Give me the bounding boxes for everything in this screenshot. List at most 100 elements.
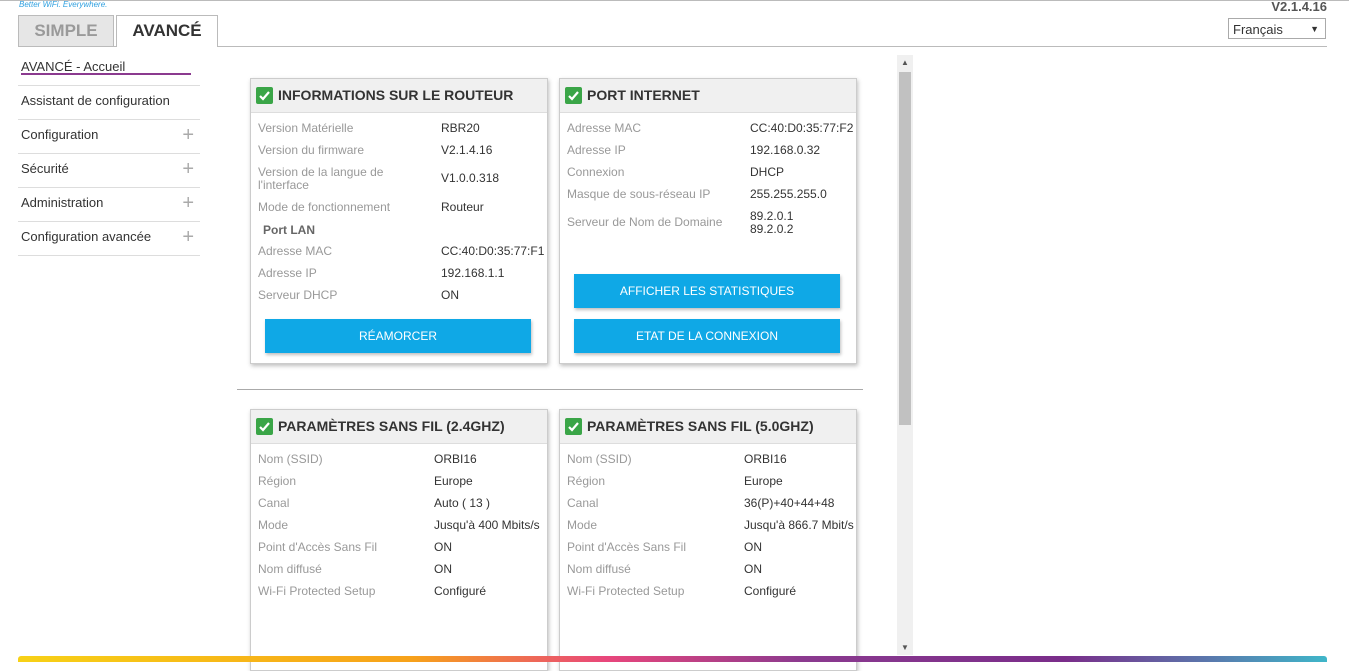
scrollbar-thumb[interactable] (899, 72, 911, 425)
row-label: Région (258, 474, 297, 488)
connection-status-button[interactable]: ETAT DE LA CONNEXION (574, 319, 840, 353)
row-label: Version du firmware (258, 143, 365, 157)
card-header: PARAMÈTRES SANS FIL (2.4GHZ) (251, 410, 547, 444)
plus-icon[interactable]: + (182, 120, 194, 150)
tab-divider-left (18, 46, 116, 47)
row-value: Configuré (744, 584, 797, 598)
row-value: 89.2.0.2 (750, 222, 794, 236)
check-icon (565, 418, 582, 435)
row-label: Point d'Accès Sans Fil (567, 540, 687, 554)
plus-icon[interactable]: + (182, 188, 194, 218)
row-value: Europe (434, 474, 473, 488)
footer-gradient-bar (18, 656, 1327, 662)
sidebar-item-label: Assistant de configuration (21, 93, 170, 108)
row-value: ORBI16 (744, 452, 787, 466)
lan-section-label: Port LAN (263, 223, 315, 237)
row-value: 192.168.0.32 (750, 143, 821, 157)
sidebar-item-label: Configuration avancée (21, 229, 152, 244)
row-label: Nom (SSID) (567, 452, 632, 466)
row-value: ORBI16 (434, 452, 477, 466)
sidebar-item-label: Sécurité (21, 161, 69, 176)
row-value: V2.1.4.16 (441, 143, 493, 157)
sidebar-item-label: Configuration (21, 127, 99, 142)
content-scrollbar[interactable]: ▲ ▼ (897, 55, 913, 655)
row-label: Adresse IP (567, 143, 626, 157)
row-value: CC:40:D0:35:77:F2 (750, 121, 854, 135)
row-label: Canal (567, 496, 599, 510)
wifi-24-card: PARAMÈTRES SANS FIL (2.4GHZ) Nom (SSID) … (250, 409, 548, 671)
row-label: Serveur DHCP (258, 288, 338, 302)
card-header: INFORMATIONS SUR LE ROUTEUR (251, 79, 547, 113)
row-value: RBR20 (441, 121, 480, 135)
language-value: Français (1233, 22, 1283, 37)
row-label: Adresse MAC (567, 121, 642, 135)
reboot-button[interactable]: RÉAMORCER (265, 319, 531, 353)
scroll-up-icon[interactable]: ▲ (901, 58, 909, 67)
plus-icon[interactable]: + (182, 222, 194, 252)
card-header: PORT INTERNET (560, 79, 856, 113)
active-underline (21, 73, 191, 75)
card-title: INFORMATIONS SUR LE ROUTEUR (278, 87, 514, 103)
row-value: 192.168.1.1 (441, 266, 505, 280)
row-value: Jusqu'à 866.7 Mbit/s (744, 519, 854, 532)
card-title: PORT INTERNET (587, 87, 700, 103)
show-statistics-button[interactable]: AFFICHER LES STATISTIQUES (574, 274, 840, 308)
row-value: Configuré (434, 584, 487, 598)
check-icon (256, 87, 273, 104)
card-title: PARAMÈTRES SANS FIL (5.0GHZ) (587, 418, 814, 434)
check-icon (565, 87, 582, 104)
firmware-version: V2.1.4.16 (1271, 0, 1327, 14)
row-value: CC:40:D0:35:77:F1 (441, 244, 545, 258)
row-label: Connexion (567, 165, 625, 179)
sidebar-item-configuration[interactable]: Configuration + (18, 120, 200, 154)
row-value: 36(P)+40+44+48 (744, 496, 835, 510)
sidebar-item-security[interactable]: Sécurité + (18, 154, 200, 188)
card-title: PARAMÈTRES SANS FIL (2.4GHZ) (278, 418, 505, 434)
row-label: Masque de sous-réseau IP (567, 187, 711, 201)
tab-divider (218, 46, 1327, 47)
sidebar-item-label: Administration (21, 195, 104, 210)
row-label: Région (567, 474, 606, 488)
row-value: ON (434, 540, 452, 554)
check-icon (256, 418, 273, 435)
sidebar-item-label: AVANCÉ - Accueil (21, 59, 126, 74)
row-value: V1.0.0.318 (441, 171, 500, 185)
row-value: ON (434, 562, 452, 576)
row-label: Nom diffusé (258, 562, 322, 576)
row-value: ON (744, 562, 762, 576)
card-header: PARAMÈTRES SANS FIL (5.0GHZ) (560, 410, 856, 444)
row-label: Mode (258, 518, 289, 532)
row-value: ON (744, 540, 762, 554)
language-select[interactable]: Français ▼ (1228, 18, 1326, 39)
brand-tagline: Better WiFi. Everywhere. (19, 0, 108, 9)
row-label: Serveur de Nom de Domaine (567, 215, 723, 229)
wifi-5-card: PARAMÈTRES SANS FIL (5.0GHZ) Nom (SSID) … (559, 409, 857, 671)
sidebar-item-wizard[interactable]: Assistant de configuration (18, 86, 200, 120)
row-value: 255.255.255.0 (750, 187, 827, 201)
sidebar-item-advanced-config[interactable]: Configuration avancée + (18, 222, 200, 256)
row-label: Mode de fonctionnement (258, 200, 391, 214)
row-value: Auto ( 13 ) (434, 496, 491, 510)
row-label: Adresse IP (258, 266, 317, 280)
row-value: Jusqu'à 400 Mbits/s (434, 518, 540, 532)
tab-avance[interactable]: AVANCÉ (116, 15, 218, 47)
top-border (0, 0, 1349, 1)
scroll-down-icon[interactable]: ▼ (901, 643, 909, 652)
row-value: Europe (744, 474, 783, 488)
row-label: Canal (258, 496, 290, 510)
sidebar-item-administration[interactable]: Administration + (18, 188, 200, 222)
chevron-down-icon: ▼ (1310, 24, 1319, 34)
row-label: Point d'Accès Sans Fil (258, 540, 378, 554)
row-label: Nom (SSID) (258, 452, 323, 466)
tab-simple[interactable]: SIMPLE (18, 15, 114, 46)
row-value: ON (441, 288, 459, 302)
sidebar-item-home[interactable]: AVANCÉ - Accueil (18, 52, 200, 86)
plus-icon[interactable]: + (182, 154, 194, 184)
router-info-card: INFORMATIONS SUR LE ROUTEUR Version Maté… (250, 78, 548, 364)
row-label: Nom diffusé (567, 562, 631, 576)
row-value: Routeur (441, 200, 484, 214)
row-value: DHCP (750, 165, 785, 179)
internet-port-card: PORT INTERNET Adresse MAC CC:40:D0:35:77… (559, 78, 857, 364)
row-label: Version Matérielle (258, 121, 354, 135)
row-label: Mode (567, 518, 598, 532)
